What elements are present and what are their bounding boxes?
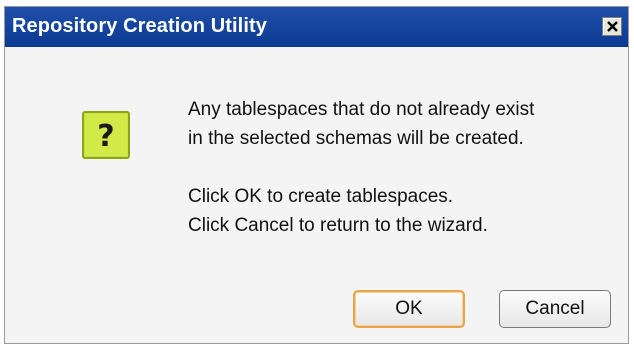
message-text: Any tablespaces that do not already exis…	[188, 95, 608, 240]
dialog-window: Repository Creation Utility ? Any tables…	[4, 6, 629, 344]
dialog-content: ? Any tablespaces that do not already ex…	[5, 47, 628, 343]
ok-button-label: OK	[395, 298, 423, 319]
message-line: Click Cancel to return to the wizard.	[188, 215, 488, 236]
message-line: in the selected schemas will be created.	[188, 128, 524, 149]
message-line: Any tablespaces that do not already exis…	[188, 99, 535, 120]
ok-button[interactable]: OK	[353, 290, 465, 328]
close-button[interactable]	[602, 17, 622, 36]
window-title: Repository Creation Utility	[12, 15, 267, 37]
title-bar[interactable]: Repository Creation Utility	[5, 7, 628, 47]
cancel-button[interactable]: Cancel	[499, 290, 611, 328]
svg-text:?: ?	[97, 119, 114, 154]
question-icon: ?	[82, 111, 130, 159]
close-icon	[607, 21, 618, 32]
cancel-button-label: Cancel	[525, 298, 585, 319]
message-line: Click OK to create tablespaces.	[188, 186, 454, 207]
